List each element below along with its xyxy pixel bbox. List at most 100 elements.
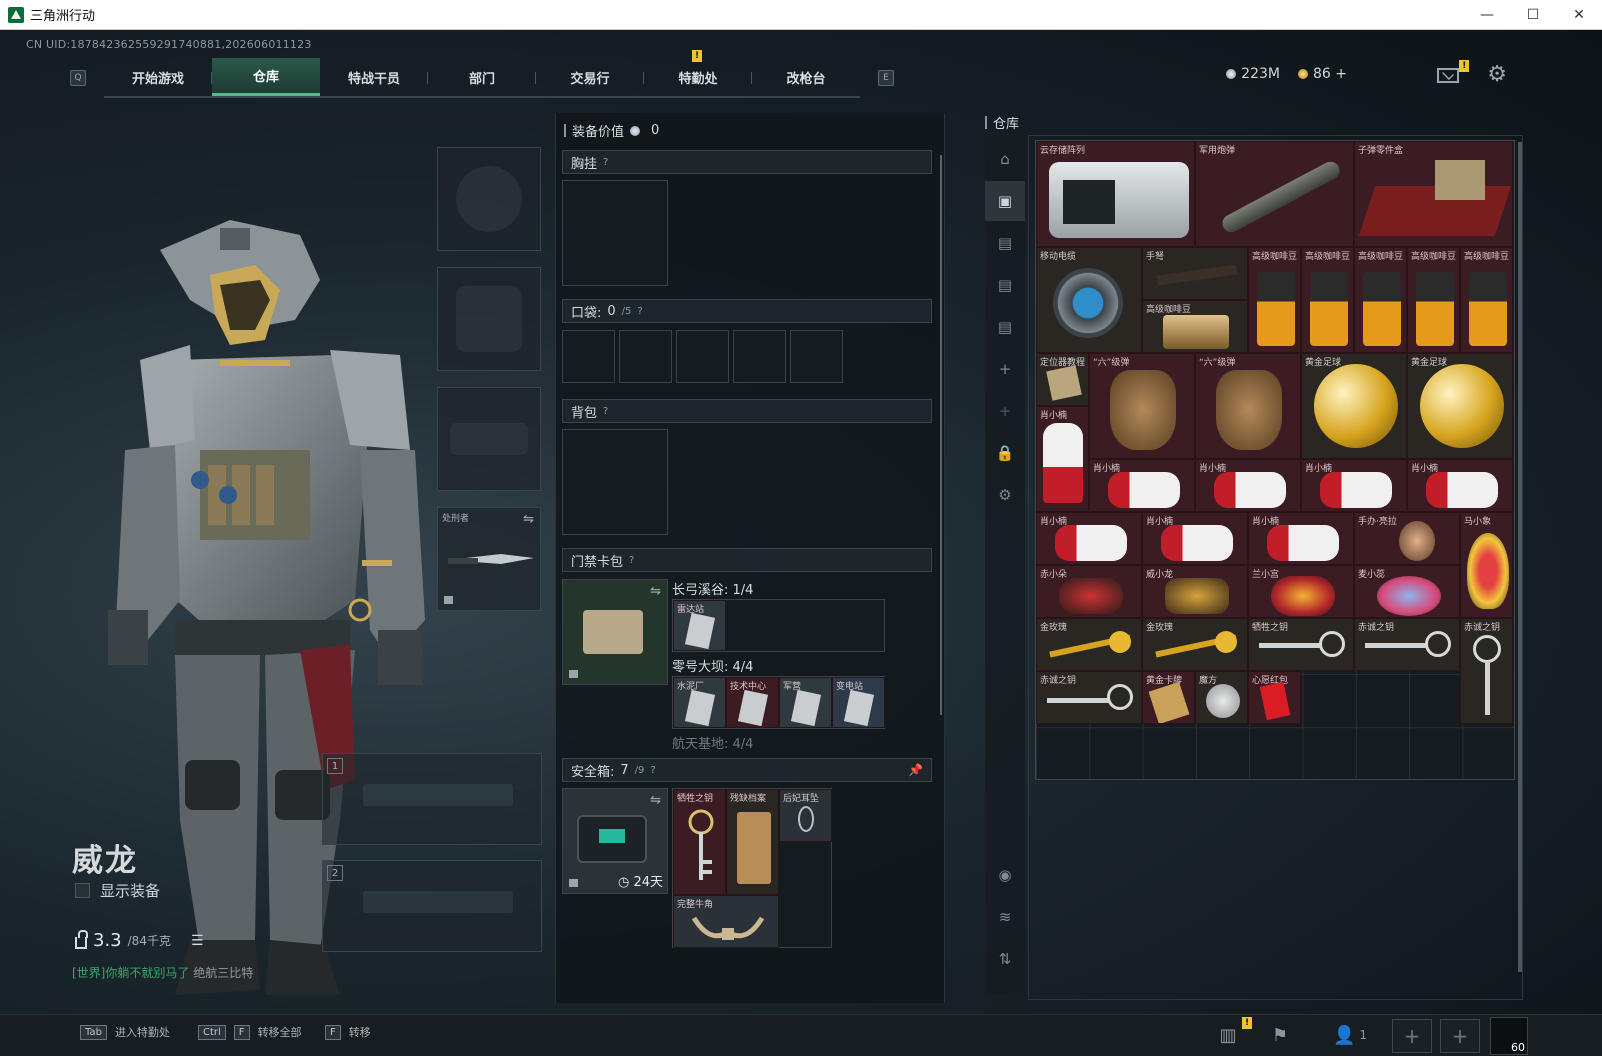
warehouse-item[interactable]: 肖小楠	[1248, 512, 1354, 565]
helmet-slot[interactable]	[437, 147, 541, 251]
tab-gunsmith[interactable]: 改枪台	[752, 58, 860, 96]
maximize-button[interactable]: ☐	[1510, 0, 1556, 30]
pistol-slot[interactable]	[437, 387, 541, 491]
keycard-item[interactable]: 雷达站	[673, 600, 726, 651]
add-currency-button[interactable]: +	[1335, 66, 1347, 82]
warehouse-item[interactable]: 心愿红包	[1248, 671, 1301, 724]
warehouse-item[interactable]: 威小龙	[1142, 565, 1248, 618]
warehouse-page-3-tab[interactable]: ▤	[985, 265, 1025, 305]
help-icon[interactable]: ?	[603, 406, 608, 417]
show-equipment-checkbox[interactable]	[75, 883, 90, 898]
tab-operators[interactable]: 特战干员	[320, 58, 428, 96]
warehouse-page-2-tab[interactable]: ▤	[985, 223, 1025, 263]
armor-slot[interactable]	[437, 267, 541, 371]
warehouse-page-1-tab[interactable]: ▣	[985, 181, 1025, 221]
melee-slot[interactable]: 处刑者 ⇋	[437, 507, 541, 611]
loadout-scrollbar[interactable]	[940, 155, 942, 715]
warehouse-item[interactable]: 云存储阵列	[1036, 141, 1195, 247]
tab-department[interactable]: 部门	[428, 58, 536, 96]
sort-icon[interactable]: ⇅	[985, 939, 1025, 979]
safebox-item[interactable]: 残缺档案	[726, 789, 779, 895]
warehouse-item[interactable]: 高级咖啡豆	[1142, 300, 1248, 353]
show-equipment-toggle[interactable]: 显示装备	[75, 880, 160, 901]
warehouse-item[interactable]: 赤诚之钥	[1354, 618, 1460, 671]
close-button[interactable]: ✕	[1556, 0, 1602, 30]
warehouse-item[interactable]: 肖小楠	[1036, 406, 1089, 512]
warehouse-item[interactable]: 高级咖啡豆	[1407, 247, 1460, 353]
pocket-slot[interactable]	[790, 330, 843, 383]
collection-icon[interactable]: ◉	[985, 855, 1025, 895]
player-avatar[interactable]: 60	[1490, 1017, 1528, 1055]
warehouse-all-tab[interactable]: ⌂	[985, 139, 1025, 179]
nav-next-key[interactable]: E	[878, 70, 894, 86]
help-icon[interactable]: ?	[637, 306, 642, 317]
warehouse-item[interactable]: 魔方	[1195, 671, 1248, 724]
keycard-item[interactable]: 技术中心	[726, 677, 779, 728]
warehouse-item[interactable]: 肖小楠	[1142, 512, 1248, 565]
friends-button[interactable]: 👤 1	[1326, 1021, 1374, 1049]
hint-special-ops[interactable]: Tab 进入特勤处	[80, 1024, 170, 1040]
keycard-item[interactable]: 军营	[779, 677, 832, 728]
chest-rig-slot[interactable]	[562, 180, 668, 286]
warehouse-item[interactable]: 手办·亮拉	[1354, 512, 1460, 565]
hint-transfer-all[interactable]: Ctrl F 转移全部	[198, 1024, 302, 1040]
warehouse-item[interactable]: 高级咖啡豆	[1248, 247, 1301, 353]
warehouse-grid[interactable]: 云存储阵列 军用炮弹 子弹零件盒 移动电缆 手弩 高级咖啡豆 高级咖啡豆 高级咖…	[1035, 140, 1515, 780]
warehouse-item[interactable]: 高级咖啡豆	[1301, 247, 1354, 353]
mail-button[interactable]: !	[1437, 59, 1470, 83]
tab-warehouse[interactable]: 仓库	[212, 58, 320, 96]
warehouse-item[interactable]: 金玫瑰	[1142, 618, 1248, 671]
safebox-item[interactable]: 牺牲之钥	[673, 789, 726, 895]
warehouse-item[interactable]: 肖小楠	[1036, 512, 1142, 565]
chat-message[interactable]: [世界]你躺不就别马了 绝航三比特	[72, 964, 253, 981]
pin-icon[interactable]: 📌	[908, 763, 923, 777]
invite-slot-button[interactable]: +	[1440, 1019, 1480, 1053]
warehouse-scrollbar[interactable]	[1518, 142, 1522, 972]
add-page-button[interactable]: +	[985, 349, 1025, 389]
warehouse-item[interactable]: “六”级弹	[1195, 353, 1301, 459]
pocket-slot[interactable]	[676, 330, 729, 383]
tab-special-ops[interactable]: 特勤处 !	[644, 50, 752, 96]
primary-weapon-slot[interactable]: 1	[322, 753, 542, 845]
pocket-slot[interactable]	[733, 330, 786, 383]
warehouse-item[interactable]: 麦小蕊	[1354, 565, 1460, 618]
warehouse-item[interactable]: 军用炮弹	[1195, 141, 1354, 247]
warehouse-item[interactable]: 赤诚之钥	[1460, 618, 1513, 724]
backpack-slot[interactable]	[562, 429, 668, 535]
keycard-case-slot[interactable]: ⇋	[562, 579, 668, 685]
warehouse-item[interactable]: 子弹零件盒	[1354, 141, 1513, 247]
warehouse-item[interactable]: 肖小楠	[1407, 459, 1513, 512]
warehouse-settings-icon[interactable]: ⚙	[985, 475, 1025, 515]
warehouse-item[interactable]: 肖小楠	[1301, 459, 1407, 512]
safebox-slot[interactable]: ⇋ ◷ 24天	[562, 788, 668, 894]
warehouse-item[interactable]: 赤诚之钥	[1036, 671, 1142, 724]
safebox-item[interactable]: 后妃耳坠	[779, 789, 832, 842]
settings-gear-icon[interactable]: ⚙	[1487, 64, 1507, 86]
help-icon[interactable]: ?	[603, 157, 608, 168]
help-icon[interactable]: ?	[629, 555, 634, 566]
warehouse-item[interactable]: 移动电缆	[1036, 247, 1142, 353]
minimize-button[interactable]: —	[1464, 0, 1510, 30]
warehouse-item[interactable]: 牺牲之钥	[1248, 618, 1354, 671]
warehouse-item[interactable]: 黄金足球	[1301, 353, 1407, 459]
tab-start-game[interactable]: 开始游戏	[104, 58, 212, 96]
warehouse-item[interactable]: 金玫瑰	[1036, 618, 1142, 671]
flag-icon[interactable]: ⚑	[1266, 1021, 1294, 1049]
add-page-disabled-button[interactable]: +	[985, 391, 1025, 431]
swap-icon[interactable]: ⇋	[523, 512, 534, 527]
stack-icon[interactable]: ≋	[985, 897, 1025, 937]
pocket-slot[interactable]	[619, 330, 672, 383]
warehouse-item[interactable]: 肖小楠	[1195, 459, 1301, 512]
swap-icon[interactable]: ⇋	[650, 584, 661, 599]
hint-transfer[interactable]: F 转移	[325, 1024, 371, 1040]
lock-page-icon[interactable]: 🔒	[985, 433, 1025, 473]
warehouse-item[interactable]: 黄金卡牌	[1142, 671, 1195, 724]
list-icon[interactable]: ☰	[191, 933, 204, 949]
keycard-item[interactable]: 水泥厂	[673, 677, 726, 728]
safebox-item[interactable]: 完整牛角	[673, 895, 779, 948]
tab-market[interactable]: 交易行	[536, 58, 644, 96]
invite-slot-button[interactable]: +	[1392, 1019, 1432, 1053]
warehouse-item[interactable]: 黄金足球	[1407, 353, 1513, 459]
warehouse-item[interactable]: 定位器教程	[1036, 353, 1089, 406]
warehouse-item[interactable]: 手弩	[1142, 247, 1248, 300]
